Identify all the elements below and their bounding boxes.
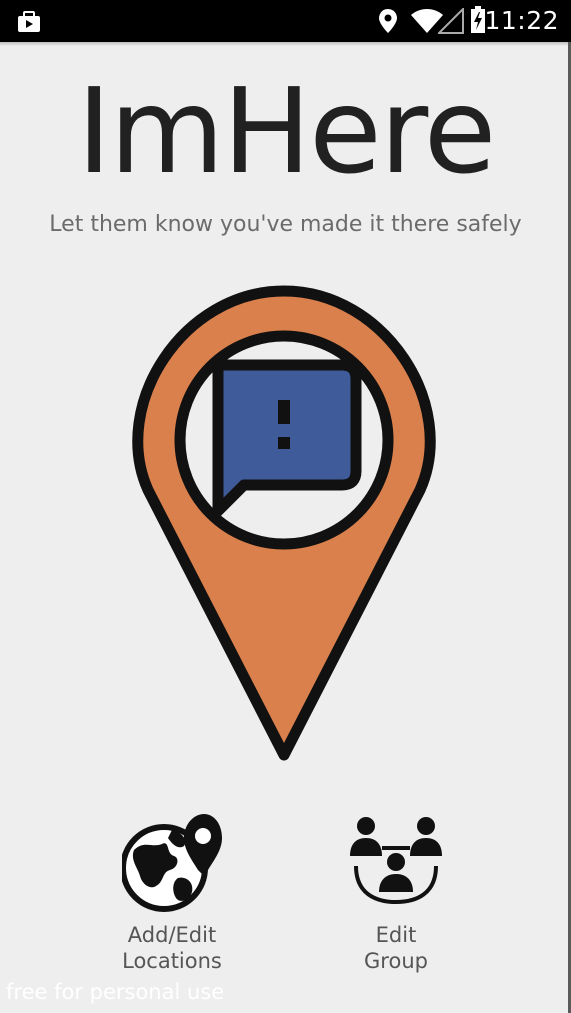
edit-group-label-line1: Edit: [375, 923, 417, 947]
add-edit-locations-button[interactable]: Add/Edit Locations: [72, 810, 272, 974]
location-icon: [378, 8, 398, 38]
watermark-text: free for personal use: [6, 980, 225, 1004]
edit-group-label-line2: Group: [364, 949, 428, 973]
screenshot-icon: [16, 10, 42, 38]
add-edit-locations-label-line1: Add/Edit: [127, 923, 217, 947]
signal-icon: [436, 6, 464, 38]
status-bar: 11:22: [0, 0, 571, 46]
app-subtitle: Let them know you've made it there safel…: [49, 212, 522, 237]
add-edit-locations-label-line2: Locations: [122, 949, 222, 973]
status-time: 11:22: [484, 6, 559, 35]
group-icon: [346, 810, 446, 918]
map-pin-chat-icon: [128, 285, 440, 763]
app-title: ImHere: [76, 62, 497, 200]
globe-pin-icon: [120, 810, 222, 918]
edit-group-button[interactable]: Edit Group: [296, 810, 496, 974]
status-bar-shadow: [0, 42, 571, 46]
